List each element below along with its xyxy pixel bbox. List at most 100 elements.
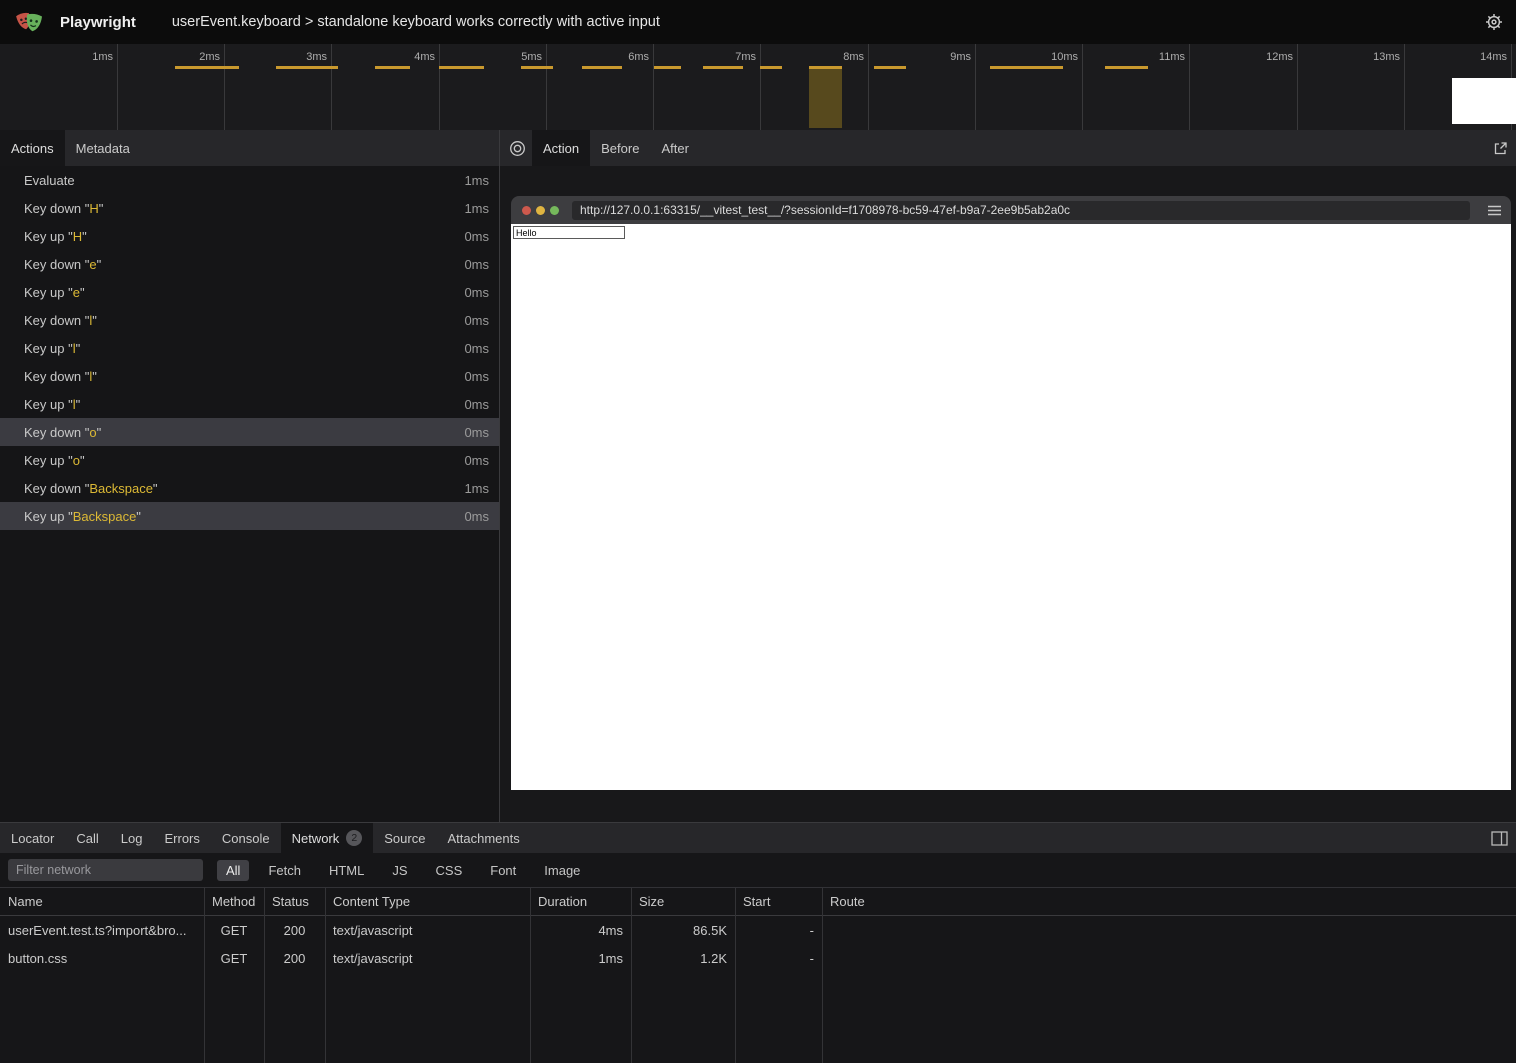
network-count-badge: 2: [346, 830, 362, 846]
open-external-icon[interactable]: [1493, 141, 1508, 156]
action-list-item[interactable]: Key down "l"0ms: [0, 306, 499, 334]
tab-log[interactable]: Log: [110, 823, 154, 853]
tab-network-label: Network: [292, 831, 340, 846]
tab-after[interactable]: After: [650, 130, 699, 166]
timeline-strip[interactable]: 1ms2ms3ms4ms5ms6ms7ms8ms9ms10ms11ms12ms1…: [0, 44, 1516, 131]
pick-locator-target-icon[interactable]: [509, 140, 526, 157]
snapshot-text-input[interactable]: [513, 226, 625, 239]
tab-attachments[interactable]: Attachments: [436, 823, 530, 853]
filter-chip-html[interactable]: HTML: [320, 860, 373, 881]
timeline-action-mark: [276, 66, 338, 69]
action-key-value: o: [73, 453, 80, 468]
tab-metadata[interactable]: Metadata: [65, 130, 141, 166]
top-bar: Playwright userEvent.keyboard > standalo…: [0, 0, 1516, 44]
timeline-action-mark: [375, 66, 410, 69]
timeline-gridline: [975, 44, 976, 130]
tab-log-label: Log: [121, 831, 143, 846]
settings-gear-icon[interactable]: [1484, 12, 1504, 32]
column-header-method[interactable]: Method: [204, 894, 264, 909]
bottom-panel: Locator Call Log Errors Console Network 2 Sourc…: [0, 822, 1516, 1062]
cell-method: GET: [204, 951, 264, 966]
action-duration: 0ms: [464, 369, 489, 384]
action-title: Key down ": [24, 425, 89, 440]
timeline-gridline: [1297, 44, 1298, 130]
layout-split-icon[interactable]: [1491, 823, 1508, 853]
action-title: Evaluate: [24, 173, 75, 188]
action-title: Key up ": [24, 509, 73, 524]
snapshot-tab-strip: Action BeforeAfter: [500, 130, 1516, 166]
filter-chip-js[interactable]: JS: [383, 860, 416, 881]
column-header-status[interactable]: Status: [264, 894, 325, 909]
column-header-route[interactable]: Route: [822, 894, 1516, 909]
action-list-item[interactable]: Key up "o"0ms: [0, 446, 499, 474]
filter-chip-css[interactable]: CSS: [427, 860, 472, 881]
cell-name: button.css: [0, 951, 204, 966]
column-header-name[interactable]: Name: [0, 894, 204, 909]
timeline-tick-label: 11ms: [1125, 51, 1185, 63]
action-list-item[interactable]: Key down "Backspace"1ms: [0, 474, 499, 502]
action-list-item[interactable]: Key down "o"0ms: [0, 418, 499, 446]
timeline-tick-label: 4ms: [375, 51, 435, 63]
timeline-gridline: [117, 44, 118, 130]
column-separator: [822, 888, 823, 1063]
timeline-action-mark: [703, 66, 743, 69]
action-duration: 0ms: [464, 313, 489, 328]
cell-status: 200: [264, 923, 325, 938]
filter-chip-font[interactable]: Font: [481, 860, 525, 881]
traffic-lights: [522, 206, 559, 215]
action-key-value: Backspace: [89, 481, 153, 496]
timeline-gridline: [546, 44, 547, 130]
snapshot-page: [511, 224, 1511, 790]
tab-call[interactable]: Call: [65, 823, 109, 853]
filter-network-input[interactable]: [8, 859, 203, 881]
tab-network[interactable]: Network 2: [281, 823, 374, 853]
column-header-start[interactable]: Start: [735, 894, 822, 909]
action-list: Evaluate1msKey down "H"1msKey up "H"0msK…: [0, 166, 499, 530]
action-list-item[interactable]: Key down "l"0ms: [0, 362, 499, 390]
action-list-item[interactable]: Key down "e"0ms: [0, 250, 499, 278]
timeline-film-thumbnail[interactable]: [1452, 78, 1516, 124]
column-separator: [264, 888, 265, 1063]
action-list-item[interactable]: Key up "H"0ms: [0, 222, 499, 250]
tab-errors-label: Errors: [164, 831, 199, 846]
tab-actions-label: Actions: [11, 141, 54, 156]
timeline-selected-range[interactable]: [809, 69, 842, 128]
action-key-value: H: [89, 201, 98, 216]
filter-chip-fetch[interactable]: Fetch: [259, 860, 310, 881]
tab-errors[interactable]: Errors: [153, 823, 210, 853]
filter-chip-image[interactable]: Image: [535, 860, 589, 881]
timeline-action-mark: [654, 66, 681, 69]
tab-locator-label: Locator: [11, 831, 54, 846]
column-header-duration[interactable]: Duration: [530, 894, 631, 909]
action-list-item[interactable]: Key up "e"0ms: [0, 278, 499, 306]
action-list-item[interactable]: Key up "l"0ms: [0, 334, 499, 362]
action-key-value: H: [73, 229, 82, 244]
action-key-value: Backspace: [73, 509, 137, 524]
action-title-close-quote: ": [92, 369, 97, 384]
tab-action-label: Action: [543, 141, 579, 156]
tab-actions[interactable]: Actions: [0, 130, 65, 166]
tab-call-label: Call: [76, 831, 98, 846]
column-header-size[interactable]: Size: [631, 894, 735, 909]
network-request-row[interactable]: userEvent.test.ts?import&bro...GET200tex…: [0, 916, 1516, 944]
action-title-close-quote: ": [92, 313, 97, 328]
tab-action[interactable]: Action: [532, 130, 590, 166]
network-filter-row: All Fetch HTML JS CSS Font Image: [0, 853, 1516, 887]
tab-source[interactable]: Source: [373, 823, 436, 853]
timeline-action-mark: [874, 66, 906, 69]
cell-size: 86.5K: [631, 923, 735, 938]
tab-console[interactable]: Console: [211, 823, 281, 853]
action-list-item[interactable]: Key up "l"0ms: [0, 390, 499, 418]
tab-before[interactable]: Before: [590, 130, 650, 166]
column-header-content-type[interactable]: Content Type: [325, 894, 530, 909]
action-list-item[interactable]: Key down "H"1ms: [0, 194, 499, 222]
page-snapshot: http://127.0.0.1:63315/__vitest_test__/?…: [511, 196, 1511, 790]
timeline-tick-label: 3ms: [267, 51, 327, 63]
column-separator: [735, 888, 736, 1063]
action-list-item[interactable]: Evaluate1ms: [0, 166, 499, 194]
tab-locator[interactable]: Locator: [0, 823, 65, 853]
cell-content-type: text/javascript: [325, 951, 530, 966]
network-request-row[interactable]: button.cssGET200text/javascript1ms1.2K-: [0, 944, 1516, 972]
action-list-item[interactable]: Key up "Backspace"0ms: [0, 502, 499, 530]
filter-chip-all[interactable]: All: [217, 860, 249, 881]
